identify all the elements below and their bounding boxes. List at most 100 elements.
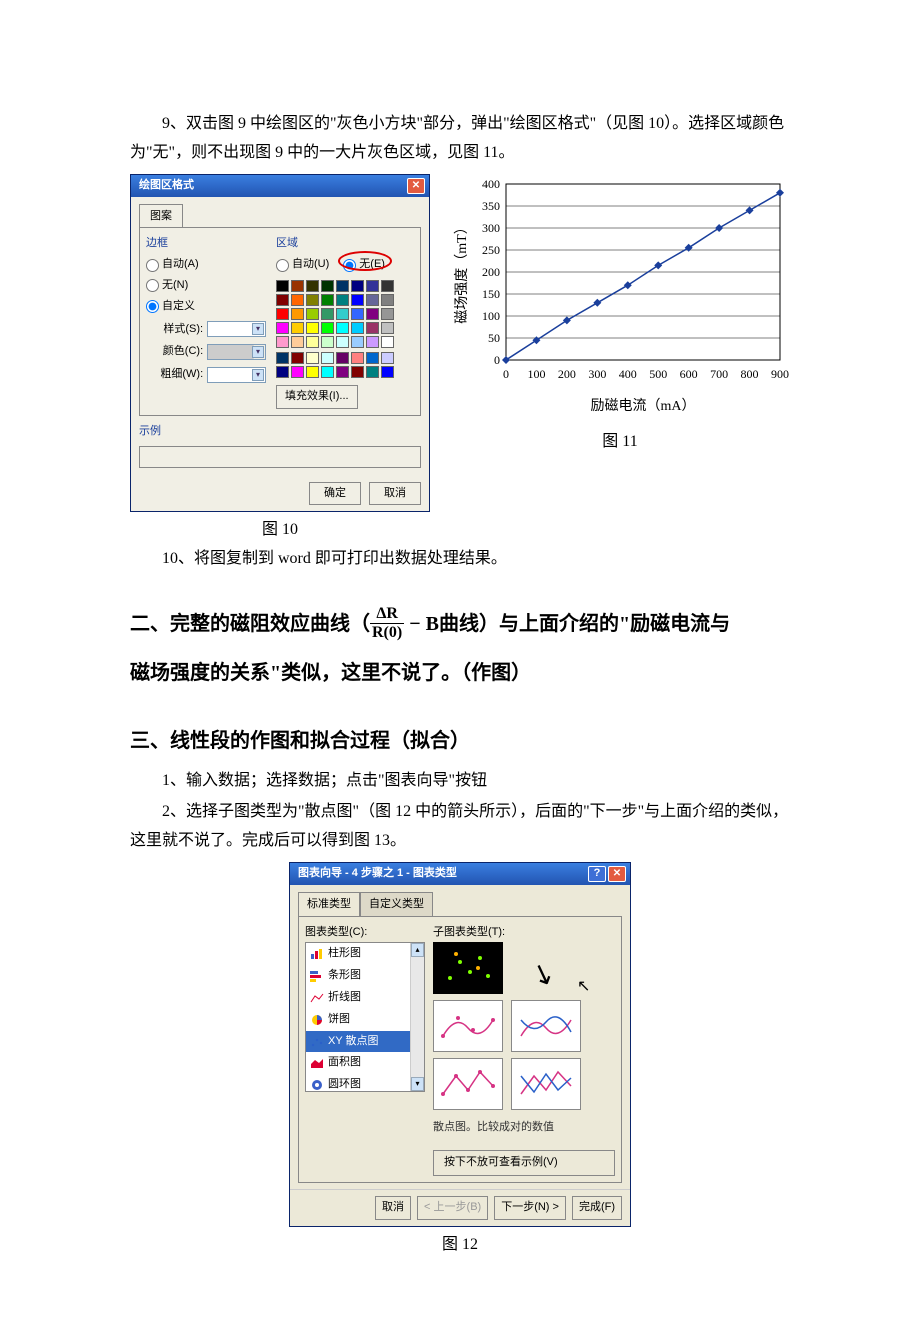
scrollbar[interactable]: ▴ ▾	[410, 943, 424, 1091]
wizard-finish-button[interactable]: 完成(F)	[572, 1196, 622, 1220]
color-swatch[interactable]	[381, 366, 394, 378]
chart-type-item-line[interactable]: 折线图	[306, 987, 424, 1009]
help-icon[interactable]: ?	[588, 866, 606, 882]
combo-color[interactable]: ▾	[207, 344, 266, 360]
color-swatch[interactable]	[381, 294, 394, 306]
color-swatch[interactable]	[336, 322, 349, 334]
chart-type-item-hbar[interactable]: 条形图	[306, 965, 424, 987]
color-swatch[interactable]	[306, 308, 319, 320]
color-swatch[interactable]	[276, 322, 289, 334]
radio-border-auto[interactable]	[146, 259, 159, 272]
color-swatch[interactable]	[306, 322, 319, 334]
color-swatch[interactable]	[381, 352, 394, 364]
subtype-scatter-smooth[interactable]	[511, 1000, 581, 1052]
formula-denominator: R(0)	[370, 624, 404, 642]
color-swatch[interactable]	[336, 336, 349, 348]
tab-custom[interactable]: 自定义类型	[360, 892, 433, 917]
color-swatch[interactable]	[351, 308, 364, 320]
color-swatch[interactable]	[366, 366, 379, 378]
radio-area-none[interactable]	[343, 259, 356, 272]
chart-type-list[interactable]: ▴ ▾ 柱形图条形图折线图饼图XY 散点图面积图圆环图雷达图曲面图	[305, 942, 425, 1092]
color-swatch[interactable]	[321, 366, 334, 378]
color-swatch[interactable]	[321, 294, 334, 306]
combo-weight[interactable]: ▾	[207, 367, 266, 383]
subtype-scatter-points[interactable]	[433, 942, 503, 994]
color-swatch[interactable]	[276, 308, 289, 320]
color-swatch[interactable]	[366, 352, 379, 364]
tab-standard[interactable]: 标准类型	[298, 892, 360, 917]
color-swatch[interactable]	[291, 322, 304, 334]
chart-type-item-bar[interactable]: 柱形图	[306, 943, 424, 965]
scroll-up-icon[interactable]: ▴	[411, 943, 424, 957]
color-swatch[interactable]	[336, 280, 349, 292]
color-swatch[interactable]	[366, 322, 379, 334]
color-swatch[interactable]	[351, 294, 364, 306]
subtype-scatter-lines-markers[interactable]	[433, 1058, 503, 1110]
color-swatch[interactable]	[276, 352, 289, 364]
radio-area-auto[interactable]	[276, 259, 289, 272]
scroll-down-icon[interactable]: ▾	[411, 1077, 424, 1091]
color-swatch[interactable]	[291, 280, 304, 292]
color-swatch[interactable]	[291, 352, 304, 364]
color-swatch[interactable]	[336, 352, 349, 364]
close-icon[interactable]: ✕	[608, 866, 626, 882]
color-swatch[interactable]	[351, 336, 364, 348]
color-swatch[interactable]	[381, 280, 394, 292]
chart-type-item-scatter[interactable]: XY 散点图	[306, 1031, 424, 1053]
color-swatch[interactable]	[366, 280, 379, 292]
color-swatch[interactable]	[306, 366, 319, 378]
ok-button[interactable]: 确定	[309, 482, 361, 506]
color-swatch[interactable]	[276, 294, 289, 306]
color-swatch[interactable]	[351, 366, 364, 378]
wizard-back-button[interactable]: < 上一步(B)	[417, 1196, 488, 1220]
color-swatch[interactable]	[381, 336, 394, 348]
color-swatch[interactable]	[306, 352, 319, 364]
preview-sample-button[interactable]: 按下不放可查看示例(V)	[433, 1150, 615, 1176]
color-swatch[interactable]	[351, 322, 364, 334]
radio-border-none[interactable]	[146, 279, 159, 292]
color-swatch[interactable]	[351, 352, 364, 364]
color-swatch[interactable]	[306, 294, 319, 306]
color-swatch[interactable]	[336, 308, 349, 320]
color-swatch[interactable]	[276, 366, 289, 378]
combo-style[interactable]: ▾	[207, 321, 266, 337]
color-swatch[interactable]	[306, 280, 319, 292]
color-swatch[interactable]	[291, 366, 304, 378]
chart-type-item-pie[interactable]: 饼图	[306, 1009, 424, 1031]
color-swatch[interactable]	[321, 322, 334, 334]
color-swatch[interactable]	[321, 280, 334, 292]
color-swatch[interactable]	[291, 308, 304, 320]
color-swatch[interactable]	[336, 294, 349, 306]
color-swatch[interactable]	[321, 308, 334, 320]
color-swatch[interactable]	[306, 336, 319, 348]
chart-type-label: 圆环图	[328, 1075, 361, 1092]
wizard-next-button[interactable]: 下一步(N) >	[494, 1196, 566, 1220]
color-swatch[interactable]	[291, 336, 304, 348]
color-swatch[interactable]	[336, 366, 349, 378]
color-swatch[interactable]	[321, 352, 334, 364]
color-swatch[interactable]	[321, 336, 334, 348]
color-swatch[interactable]	[291, 294, 304, 306]
color-palette-main[interactable]	[276, 280, 414, 348]
color-swatch[interactable]	[276, 280, 289, 292]
color-swatch[interactable]	[366, 294, 379, 306]
radio-border-custom[interactable]	[146, 300, 159, 313]
color-swatch[interactable]	[366, 308, 379, 320]
subtype-scatter-smooth-markers[interactable]	[433, 1000, 503, 1052]
subtype-scatter-lines[interactable]	[511, 1058, 581, 1110]
cancel-button[interactable]: 取消	[369, 482, 421, 506]
color-swatch[interactable]	[351, 280, 364, 292]
svg-text:400: 400	[619, 367, 637, 381]
tab-pattern[interactable]: 图案	[139, 204, 183, 229]
fill-effects-button[interactable]: 填充效果(I)...	[276, 385, 358, 409]
chart-type-item-area[interactable]: 面积图	[306, 1052, 424, 1074]
color-swatch[interactable]	[381, 322, 394, 334]
color-swatch[interactable]	[366, 336, 379, 348]
color-swatch[interactable]	[381, 308, 394, 320]
chart-type-item-donut[interactable]: 圆环图	[306, 1074, 424, 1092]
close-icon[interactable]: ✕	[407, 178, 425, 194]
color-swatch[interactable]	[276, 336, 289, 348]
hbar-icon	[310, 970, 324, 982]
color-palette-extra[interactable]	[276, 352, 414, 378]
wizard-cancel-button[interactable]: 取消	[375, 1196, 411, 1220]
